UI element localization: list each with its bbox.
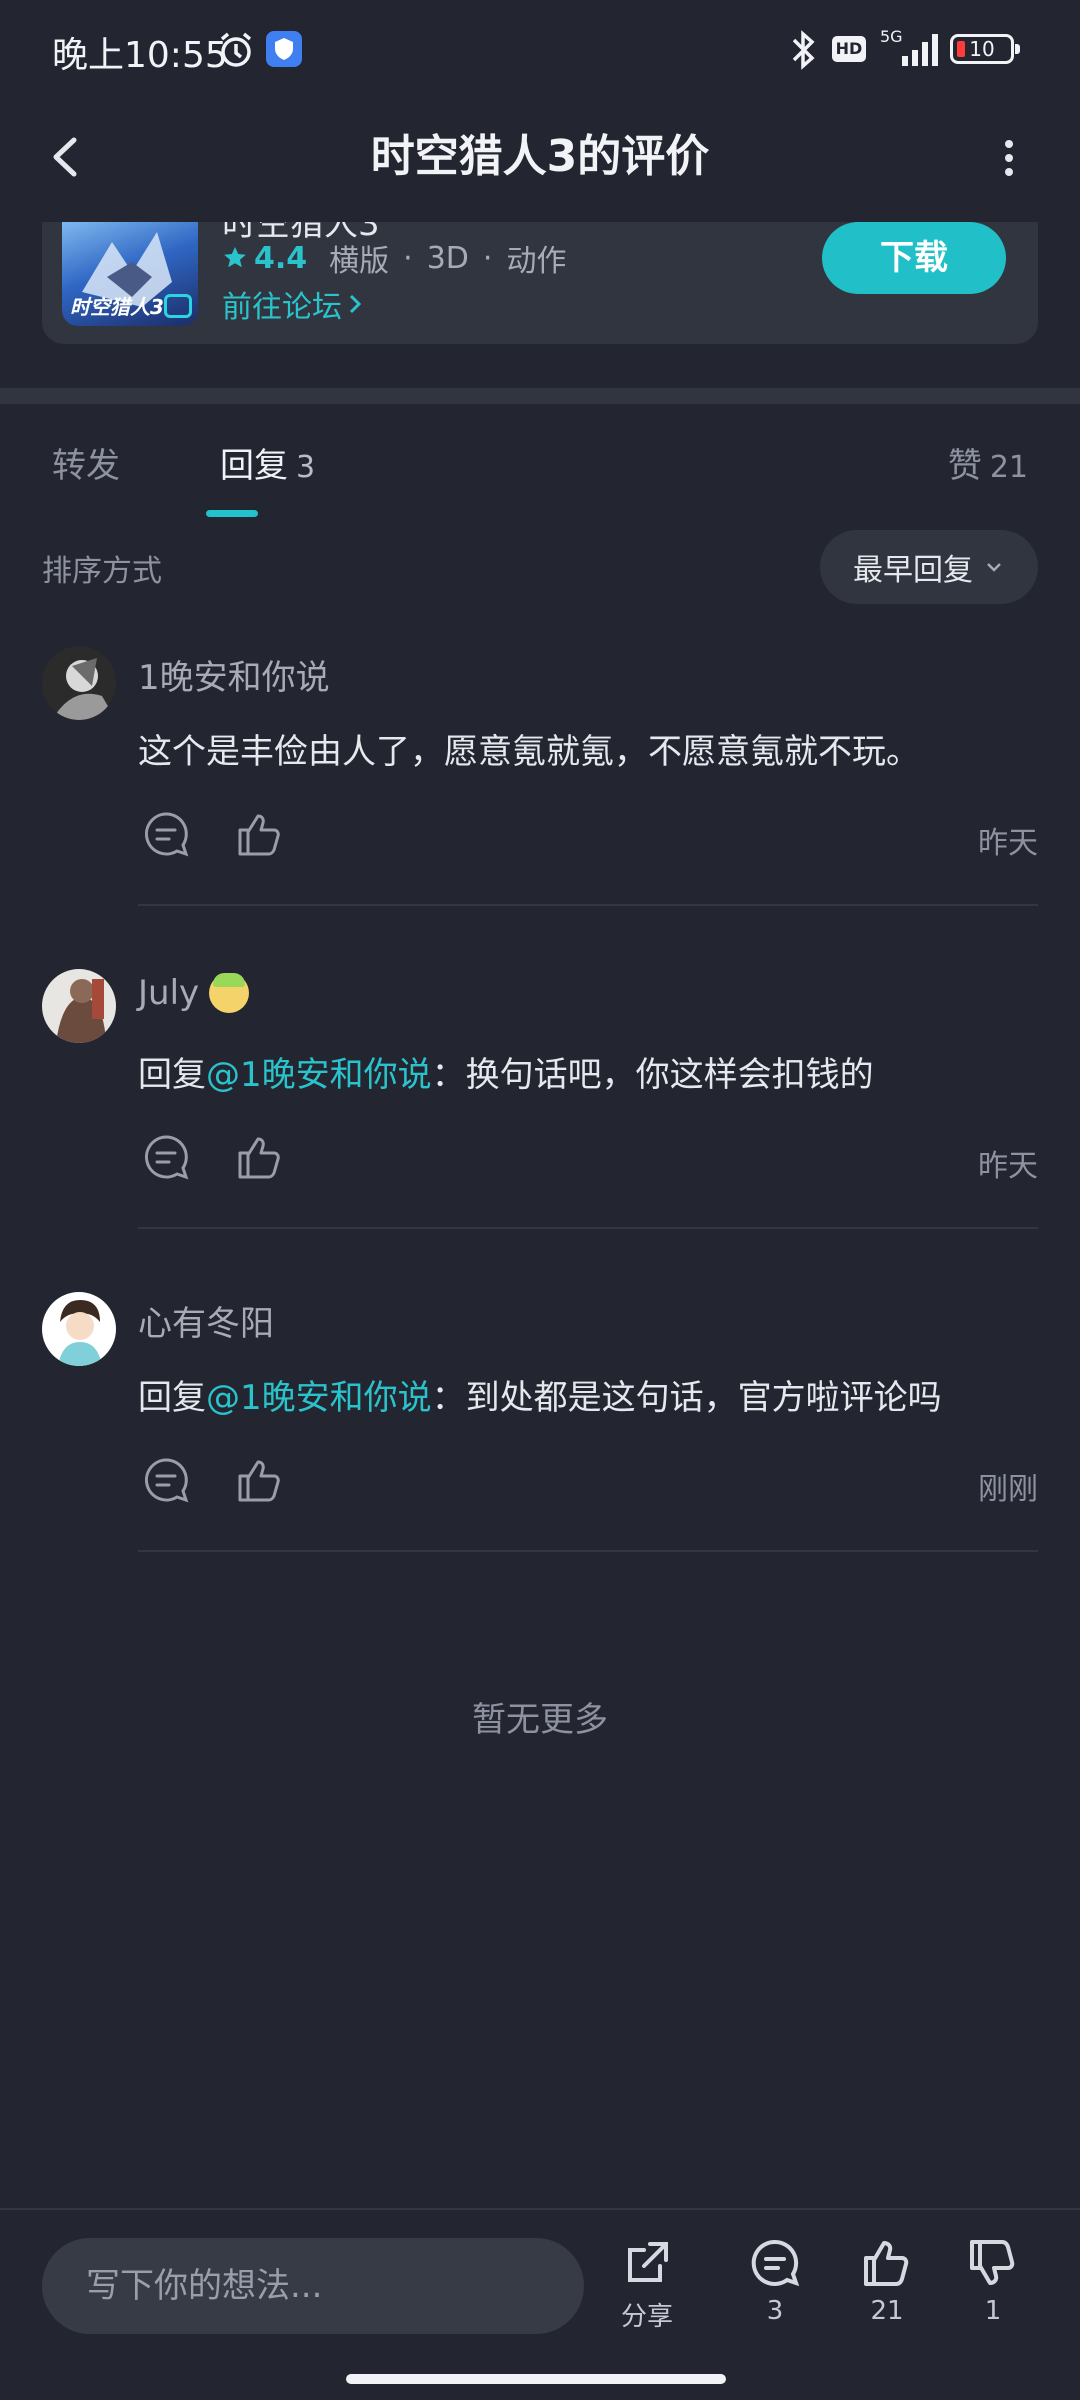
comment-item[interactable]: 心有冬阳 回复@1晚安和你说：到处都是这句话，官方啦评论吗 刚刚 — [0, 1292, 1080, 1616]
active-tab-indicator — [206, 510, 258, 517]
like-icon[interactable] — [234, 808, 286, 864]
comment-divider — [138, 1550, 1038, 1552]
forum-link[interactable]: 前往论坛 — [222, 282, 368, 326]
tv-icon — [164, 294, 192, 318]
star-icon — [224, 247, 246, 268]
comment-time: 昨天 — [978, 1149, 1038, 1184]
bluetooth-icon — [786, 30, 820, 74]
dot-separator: · — [482, 240, 493, 276]
comment-item[interactable]: July 回复@1晚安和你说：换句话吧，你这样会扣钱的 昨天 — [0, 969, 1080, 1293]
mention-link[interactable]: @1晚安和你说 — [206, 1378, 432, 1418]
avatar[interactable] — [42, 1292, 116, 1366]
tab-reply[interactable]: 回复 3 — [220, 438, 315, 487]
download-button[interactable]: 下载 — [822, 222, 1006, 294]
tab-likes[interactable]: 赞 21 — [948, 438, 1028, 487]
mention-link[interactable]: @1晚安和你说 — [206, 1055, 432, 1095]
tag-genre-2: 3D — [426, 240, 469, 276]
game-meta: 4.4 横版 · 3D · 动作 — [222, 236, 566, 280]
comment-divider — [138, 1227, 1038, 1229]
tag-genre-3: 动作 — [506, 244, 567, 279]
bottom-action-bar: 写下你的想法... 分享 3 21 1 — [0, 2208, 1080, 2358]
status-bar: 晚上10:55 HD 5G 10 — [0, 0, 1080, 96]
reply-icon[interactable] — [140, 1131, 192, 1187]
comment-time: 昨天 — [978, 826, 1038, 861]
sort-selected: 最早回复 — [853, 553, 973, 588]
badge-icon — [209, 973, 250, 1013]
rating-value: 4.4 — [254, 240, 308, 276]
comment-text: 这个是丰俭由人了，愿意氪就氪，不愿意氪就不玩。 — [138, 732, 920, 772]
hd-badge: HD — [832, 36, 866, 62]
game-card[interactable]: 时空猎人3 时空猎人3 4.4 横版 · 3D · 动作 前往论坛 下载 — [42, 222, 1038, 344]
status-time: 晚上10:55 — [52, 35, 228, 76]
comment-text: 回复@1晚安和你说：换句话吧，你这样会扣钱的 — [138, 1055, 874, 1095]
like-icon[interactable] — [234, 1131, 286, 1187]
like-button[interactable]: 21 — [842, 2236, 932, 2346]
sort-label: 排序方式 — [42, 554, 162, 589]
more-button[interactable] — [984, 122, 1034, 192]
more-dots-icon — [1005, 140, 1013, 176]
comment-time: 刚刚 — [978, 1472, 1038, 1507]
signal-icon: 5G — [876, 26, 942, 74]
username[interactable]: 心有冬阳 — [138, 1296, 274, 1345]
share-icon — [628, 2242, 668, 2282]
section-divider — [0, 388, 1080, 404]
share-label: 分享 — [620, 2302, 673, 2332]
sort-dropdown[interactable]: 最早回复 — [820, 530, 1038, 604]
comment-item[interactable]: 1晚安和你说 这个是丰俭由人了，愿意氪就氪，不愿意氪就不玩。 昨天 — [0, 646, 1080, 970]
like-count: 21 — [870, 2296, 904, 2326]
reply-icon[interactable] — [140, 1454, 192, 1510]
game-icon[interactable]: 时空猎人3 — [62, 222, 198, 326]
thumbs-down-icon — [970, 2240, 1015, 2285]
dislike-button[interactable]: 1 — [948, 2236, 1038, 2346]
comment-input[interactable]: 写下你的想法... — [42, 2238, 584, 2334]
top-nav: 时空猎人3的评价 — [0, 96, 1080, 226]
chevron-right-icon — [349, 294, 362, 314]
share-button[interactable]: 分享 — [602, 2236, 692, 2346]
comment-divider — [138, 904, 1038, 906]
reply-icon[interactable] — [140, 808, 192, 864]
like-icon[interactable] — [234, 1454, 286, 1510]
no-more-label: 暂无更多 — [472, 1700, 608, 1740]
tag-genre-1: 横版 — [329, 244, 390, 279]
comment-icon — [751, 2239, 800, 2287]
game-icon-label: 时空猎人3 — [70, 295, 164, 319]
dot-separator: · — [403, 240, 413, 276]
tab-forward[interactable]: 转发 — [52, 438, 120, 487]
svg-text:5G: 5G — [880, 27, 903, 46]
username[interactable]: July — [138, 973, 250, 1013]
home-indicator[interactable] — [346, 2374, 726, 2384]
battery-icon: 10 — [950, 34, 1020, 64]
comment-button[interactable]: 3 — [730, 2236, 820, 2346]
chevron-down-icon — [987, 563, 1001, 572]
username[interactable]: 1晚安和你说 — [138, 650, 330, 699]
tab-bar: 转发 回复 3 赞 21 — [0, 404, 1080, 522]
shield-icon — [266, 31, 302, 67]
avatar[interactable] — [42, 969, 116, 1043]
alarm-icon — [216, 30, 256, 74]
comment-text: 回复@1晚安和你说：到处都是这句话，官方啦评论吗 — [138, 1378, 942, 1418]
thumbs-up-icon — [864, 2241, 909, 2286]
forum-link-label: 前往论坛 — [222, 290, 342, 325]
dislike-count: 1 — [984, 2296, 1002, 2326]
comment-count: 3 — [766, 2296, 784, 2326]
page-title: 时空猎人3的评价 — [370, 131, 710, 182]
avatar[interactable] — [42, 646, 116, 720]
